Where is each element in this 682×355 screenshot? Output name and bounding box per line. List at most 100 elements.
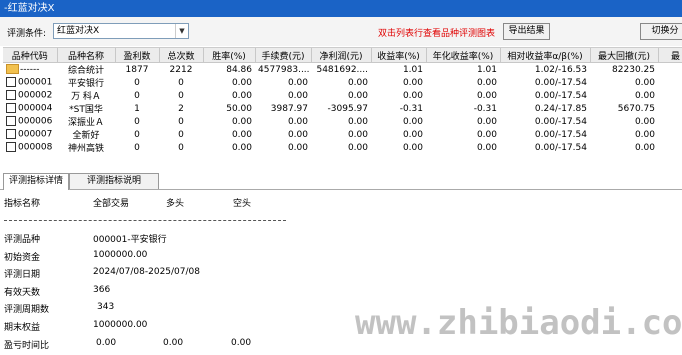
- cell-code: 000006: [18, 116, 53, 127]
- cell-annual: 1.01: [476, 64, 497, 75]
- cell-fee: 0.00: [287, 129, 308, 140]
- table-row[interactable]: ------ 综合统计 1877 2212 84.86 4577983.... …: [3, 63, 682, 77]
- cell-annual: 0.00: [476, 116, 497, 127]
- results-table: 品种代码 品种名称 盈利数 总次数 胜率(%) 手续费(元) 净利润(元) 收益…: [3, 48, 682, 154]
- row-checkbox[interactable]: [6, 116, 16, 127]
- cell-profit: 0.00: [347, 77, 368, 88]
- cell-name: 神州高铁: [67, 144, 104, 154]
- table-row[interactable]: 000002 万 科Ａ 0 0 0.00 0.00 0.00 0.00 0.00…: [3, 89, 682, 102]
- cell-name: 万 科Ａ: [71, 92, 101, 102]
- metric-long-value: 0.00: [163, 338, 184, 348]
- chevron-down-icon[interactable]: ▼: [175, 24, 188, 38]
- cell-fee: 4577983....: [258, 64, 310, 75]
- cell-total: 0: [178, 116, 184, 127]
- column-header[interactable]: 相对收益率α/β(%): [500, 48, 591, 63]
- cell-fee: 0.00: [287, 90, 308, 101]
- cell-code: 000004: [18, 103, 53, 114]
- window-titlebar: -红蓝对决X: [0, 0, 682, 17]
- cell-rate: 0.00: [231, 116, 252, 127]
- column-header[interactable]: 品种名称: [57, 48, 116, 63]
- window-title: -红蓝对决X: [4, 3, 55, 14]
- cell-drawdown: 0.00: [634, 142, 655, 153]
- metric-label: 期末权益: [4, 323, 41, 333]
- cell-name: 综合统计: [67, 66, 104, 76]
- cell-extra: [658, 115, 682, 128]
- cell-drawdown: 0.00: [634, 116, 655, 127]
- metric-value: 343: [97, 302, 115, 312]
- cell-fee: 0.00: [287, 77, 308, 88]
- cell-extra: [658, 63, 682, 77]
- table-row[interactable]: 000001 平安银行 0 0 0.00 0.00 0.00 0.00 0.00…: [3, 76, 682, 89]
- folder-icon: [6, 64, 19, 75]
- toolbar: 评测条件: 红蓝对决X ▼ 双击列表行查看品种评测图表 导出结果 切换分: [0, 17, 682, 46]
- cell-win: 0: [134, 116, 140, 127]
- row-checkbox[interactable]: [6, 90, 16, 101]
- column-header[interactable]: 净利润(元): [311, 48, 372, 63]
- table-row[interactable]: 000006 深振业Ａ 0 0 0.00 0.00 0.00 0.00 0.00…: [3, 115, 682, 128]
- cell-profit: 0.00: [347, 129, 368, 140]
- column-header[interactable]: 年化收益率(%): [426, 48, 501, 63]
- table-row[interactable]: 000008 神州高铁 0 0 0.00 0.00 0.00 0.00 0.00…: [3, 141, 682, 154]
- cell-profit: 5481692....: [316, 64, 368, 75]
- row-checkbox[interactable]: [6, 129, 16, 140]
- cell-annual: 0.00: [476, 90, 497, 101]
- cell-name: 全新好: [72, 131, 100, 141]
- column-header[interactable]: 总次数: [159, 48, 204, 63]
- column-header[interactable]: 最大回撤(元): [590, 48, 659, 63]
- tab-metric-explanation[interactable]: 评测指标说明: [69, 173, 159, 189]
- cell-total: 2212: [169, 64, 193, 75]
- metric-label: 评测周期数: [4, 305, 50, 315]
- cell-drawdown: 0.00: [634, 77, 655, 88]
- cell-code: 000007: [18, 129, 53, 140]
- double-click-hint: 双击列表行查看品种评测图表: [378, 29, 496, 39]
- cell-annual: 0.00: [476, 142, 497, 153]
- cell-rate: 0.00: [231, 77, 252, 88]
- column-header[interactable]: 手续费(元): [255, 48, 312, 63]
- metric-value: 1000000.00: [93, 320, 148, 330]
- column-header[interactable]: 最: [658, 48, 682, 63]
- cell-rate: 0.00: [231, 90, 252, 101]
- detail-tabs: 评测指标详情 评测指标说明: [0, 171, 682, 190]
- cell-extra: [658, 141, 682, 154]
- export-button[interactable]: 导出结果: [503, 23, 550, 40]
- cell-drawdown: 82230.25: [612, 64, 655, 75]
- cell-drawdown: 0.00: [634, 90, 655, 101]
- cell-profit: 0.00: [347, 90, 368, 101]
- column-header[interactable]: 品种代码: [3, 48, 58, 63]
- watermark: www.zhibiaodi.com: [355, 303, 682, 343]
- metric-value: 2024/07/08-2025/07/08: [93, 267, 200, 277]
- column-header[interactable]: 收益率(%): [371, 48, 427, 63]
- cell-code: ------: [20, 64, 40, 75]
- cell-relative: 1.02/-16.53: [534, 64, 587, 75]
- header-short: 空头: [233, 199, 252, 209]
- metric-label: 初始资金: [4, 253, 41, 263]
- cell-win: 0: [134, 90, 140, 101]
- switch-button[interactable]: 切换分: [640, 23, 682, 40]
- row-checkbox[interactable]: [6, 142, 16, 153]
- table-row[interactable]: 000004 *ST国华 1 2 50.00 3987.97 -3095.97 …: [3, 102, 682, 115]
- results-grid[interactable]: 品种代码 品种名称 盈利数 总次数 胜率(%) 手续费(元) 净利润(元) 收益…: [3, 47, 682, 166]
- condition-select[interactable]: 红蓝对决X ▼: [53, 23, 189, 39]
- column-header[interactable]: 胜率(%): [203, 48, 256, 63]
- row-checkbox[interactable]: [6, 77, 16, 88]
- cell-fee: 0.00: [287, 116, 308, 127]
- cell-extra: [658, 128, 682, 141]
- condition-label: 评测条件:: [7, 29, 47, 39]
- condition-select-value: 红蓝对决X: [57, 26, 100, 36]
- cell-win: 1: [134, 103, 140, 114]
- cell-win: 0: [134, 77, 140, 88]
- cell-name: 平安银行: [67, 79, 104, 89]
- tab-metric-details[interactable]: 评测指标详情: [3, 173, 69, 190]
- column-header[interactable]: 盈利数: [115, 48, 160, 63]
- cell-relative: 0.00/-17.54: [534, 116, 587, 127]
- cell-total: 0: [178, 90, 184, 101]
- cell-total: 0: [178, 142, 184, 153]
- cell-fee: 3987.97: [270, 103, 308, 114]
- cell-return: 0.00: [402, 142, 423, 153]
- cell-total: 0: [178, 129, 184, 140]
- metric-value: 1000000.00: [93, 250, 148, 260]
- row-checkbox[interactable]: [6, 103, 16, 114]
- cell-name: *ST国华: [69, 105, 103, 115]
- cell-return: -0.31: [399, 103, 423, 114]
- table-row[interactable]: 000007 全新好 0 0 0.00 0.00 0.00 0.00 0.00 …: [3, 128, 682, 141]
